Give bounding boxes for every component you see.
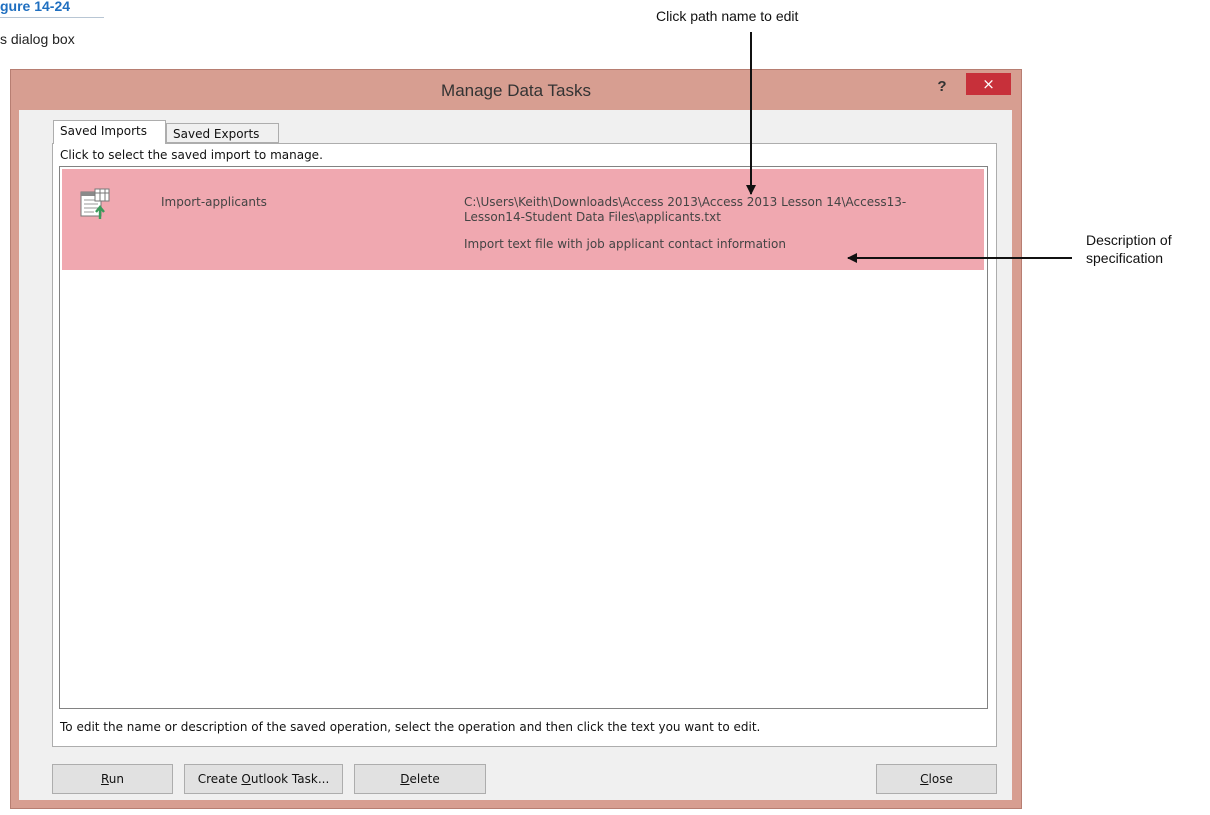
callout-description: Description of specification: [1086, 232, 1172, 266]
import-name[interactable]: Import-applicants: [161, 195, 267, 209]
callout-path-name: Click path name to edit: [656, 8, 799, 24]
manage-data-tasks-dialog: Manage Data Tasks ? × Saved Imports Save…: [11, 70, 1021, 808]
list-item[interactable]: Import-applicants C:\Users\Keith\Downloa…: [62, 169, 984, 270]
saved-imports-panel: Click to select the saved import to mana…: [52, 143, 997, 747]
outlook-button-label: Create Outlook Task...: [197, 772, 330, 786]
import-spec-icon: [78, 187, 112, 221]
close-button[interactable]: Close: [876, 764, 997, 794]
tab-saved-imports[interactable]: Saved Imports: [53, 120, 166, 144]
title-bar[interactable]: Manage Data Tasks ? ×: [11, 70, 1021, 110]
close-button-label: Close: [920, 772, 953, 786]
figure-caption: s dialog box: [0, 31, 75, 47]
instruction-text: Click to select the saved import to mana…: [60, 148, 323, 162]
figure-label: gure 14-24: [0, 0, 104, 18]
close-icon: ×: [982, 75, 995, 93]
close-window-button[interactable]: ×: [966, 73, 1011, 95]
delete-button-label: Delete: [400, 772, 440, 786]
saved-operations-list[interactable]: Import-applicants C:\Users\Keith\Downloa…: [59, 166, 988, 709]
run-button-label: Run: [100, 772, 125, 786]
import-path[interactable]: C:\Users\Keith\Downloads\Access 2013\Acc…: [464, 195, 934, 225]
dialog-title: Manage Data Tasks: [441, 81, 591, 100]
import-description[interactable]: Import text file with job applicant cont…: [464, 237, 786, 251]
create-outlook-task-button[interactable]: Create Outlook Task...: [184, 764, 343, 794]
dialog-client-area: Saved Imports Saved Exports Click to sel…: [19, 110, 1012, 800]
delete-button[interactable]: Delete: [354, 764, 486, 794]
tab-saved-exports[interactable]: Saved Exports: [166, 123, 279, 143]
run-button[interactable]: Run: [52, 764, 173, 794]
help-button[interactable]: ?: [931, 78, 953, 98]
edit-hint-text: To edit the name or description of the s…: [60, 720, 761, 734]
